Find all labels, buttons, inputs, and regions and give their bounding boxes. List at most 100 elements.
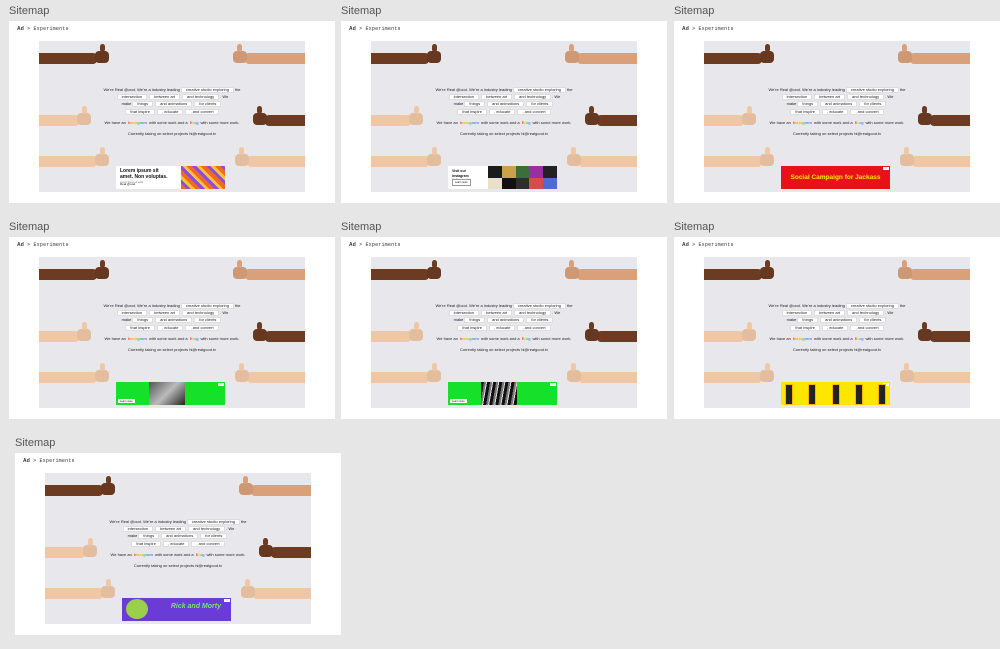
- fill-blank[interactable]: and technology: [188, 526, 226, 533]
- instagram-thumb[interactable]: [501, 166, 516, 178]
- ad-close-icon[interactable]: ×: [218, 383, 224, 386]
- instagram-link[interactable]: Instagram: [128, 336, 147, 341]
- page-preview[interactable]: Ad > Experiments We're Real @ood. We're a …: [9, 237, 335, 419]
- sitemap-title[interactable]: Sitemap: [341, 220, 381, 234]
- blog-link[interactable]: Blog: [190, 336, 199, 341]
- fill-blank[interactable]: and technology: [514, 94, 552, 101]
- ad-banner[interactable]: ×: [781, 382, 890, 405]
- fill-blank[interactable]: and animations: [820, 101, 858, 108]
- fill-blank[interactable]: for clients: [200, 533, 228, 540]
- page-preview[interactable]: Ad > Experiments We're Real @ood. We're a …: [9, 21, 335, 203]
- fill-blank[interactable]: and animations: [487, 101, 525, 108]
- breadcrumb-root[interactable]: Ad: [682, 26, 689, 32]
- fill-blank[interactable]: intersection: [448, 310, 480, 317]
- fill-blank[interactable]: creative studio exploring: [512, 86, 566, 93]
- instagram-thumb[interactable]: [529, 166, 544, 178]
- fill-blank[interactable]: that inspire: [790, 324, 820, 331]
- fill-blank[interactable]: between art: [149, 94, 181, 101]
- instagram-link[interactable]: Instagram: [460, 120, 479, 125]
- learn-more-button[interactable]: Learn more: [452, 179, 471, 186]
- sitemap-title[interactable]: Sitemap: [674, 4, 714, 18]
- instagram-thumb[interactable]: [515, 177, 530, 189]
- instagram-thumb[interactable]: [529, 177, 544, 189]
- blog-link[interactable]: Blog: [196, 552, 205, 557]
- fill-blank[interactable]: , educate: [156, 108, 184, 115]
- fill-blank[interactable]: intersection: [116, 94, 148, 101]
- fill-blank[interactable]: , educate: [156, 324, 184, 331]
- fill-blank[interactable]: that inspire: [131, 540, 161, 547]
- fill-blank[interactable]: things: [464, 101, 486, 108]
- fill-blank[interactable]: for clients: [526, 317, 554, 324]
- page-preview[interactable]: Ad > Experiments We're Real @ood. We're a …: [15, 453, 341, 635]
- page-preview[interactable]: Ad > Experiments We're Real @ood. We're a …: [341, 21, 667, 203]
- ad-close-icon[interactable]: ×: [550, 383, 556, 386]
- ad-banner[interactable]: × Learn more: [448, 382, 557, 405]
- fill-blank[interactable]: and technology: [514, 310, 552, 317]
- page-preview[interactable]: Ad > Experiments We're Real @ood. We're a …: [674, 21, 1000, 203]
- fill-blank[interactable]: that inspire: [125, 324, 155, 331]
- fill-blank[interactable]: things: [138, 533, 160, 540]
- ad-banner[interactable]: × Social Campaign for Jackass: [781, 166, 890, 189]
- fill-blank[interactable]: things: [797, 101, 819, 108]
- fill-blank[interactable]: between art: [814, 310, 846, 317]
- fill-blank[interactable]: and technology: [182, 94, 220, 101]
- ad-banner[interactable]: ×Lorem ipsum sit amet. Non voluptas.Lore…: [116, 166, 225, 189]
- fill-blank[interactable]: creative studio exploring: [845, 86, 899, 93]
- sitemap-title[interactable]: Sitemap: [9, 4, 49, 18]
- fill-blank[interactable]: , and convert: [517, 324, 551, 331]
- blog-link[interactable]: Blog: [190, 120, 199, 125]
- instagram-thumb[interactable]: [488, 177, 502, 189]
- fill-blank[interactable]: , and convert: [850, 324, 884, 331]
- fill-blank[interactable]: and animations: [487, 317, 525, 324]
- fill-blank[interactable]: creative studio exploring: [180, 86, 234, 93]
- fill-blank[interactable]: and technology: [847, 310, 885, 317]
- fill-blank[interactable]: creative studio exploring: [186, 518, 240, 525]
- fill-blank[interactable]: , educate: [821, 324, 849, 331]
- fill-blank[interactable]: between art: [155, 526, 187, 533]
- fill-blank[interactable]: that inspire: [790, 108, 820, 115]
- fill-blank[interactable]: , educate: [488, 108, 516, 115]
- fill-blank[interactable]: , and convert: [517, 108, 551, 115]
- instagram-thumb[interactable]: [543, 177, 557, 189]
- fill-blank[interactable]: that inspire: [457, 324, 487, 331]
- instagram-thumb[interactable]: [501, 177, 516, 189]
- fill-blank[interactable]: for clients: [526, 101, 554, 108]
- fill-blank[interactable]: and technology: [182, 310, 220, 317]
- fill-blank[interactable]: for clients: [194, 317, 222, 324]
- fill-blank[interactable]: creative studio exploring: [845, 302, 899, 309]
- fill-blank[interactable]: , and convert: [185, 108, 219, 115]
- learn-more-button[interactable]: Learn more: [118, 399, 135, 403]
- fill-blank[interactable]: things: [464, 317, 486, 324]
- ad-close-icon[interactable]: ×: [224, 599, 230, 602]
- breadcrumb-root[interactable]: Ad: [17, 26, 24, 32]
- fill-blank[interactable]: between art: [149, 310, 181, 317]
- ad-banner[interactable]: × Rick and Morty: [122, 598, 231, 621]
- fill-blank[interactable]: creative studio exploring: [512, 302, 566, 309]
- instagram-thumb[interactable]: [543, 166, 557, 178]
- instagram-thumb[interactable]: [488, 166, 502, 178]
- blog-link[interactable]: Blog: [522, 336, 531, 341]
- fill-blank[interactable]: things: [797, 317, 819, 324]
- fill-blank[interactable]: and animations: [820, 317, 858, 324]
- fill-blank[interactable]: , educate: [821, 108, 849, 115]
- fill-blank[interactable]: intersection: [781, 310, 813, 317]
- fill-blank[interactable]: , educate: [162, 540, 190, 547]
- sitemap-title[interactable]: Sitemap: [15, 436, 55, 450]
- ad-banner[interactable]: × Learn more: [116, 382, 225, 405]
- breadcrumb-root[interactable]: Ad: [17, 242, 24, 248]
- fill-blank[interactable]: , educate: [488, 324, 516, 331]
- blog-link[interactable]: Blog: [855, 120, 864, 125]
- fill-blank[interactable]: , and convert: [191, 540, 225, 547]
- breadcrumb-root[interactable]: Ad: [349, 26, 356, 32]
- page-preview[interactable]: Ad > Experiments We're Real @ood. We're a …: [341, 237, 667, 419]
- ad-close-icon[interactable]: ×: [883, 167, 889, 170]
- fill-blank[interactable]: for clients: [859, 317, 887, 324]
- instagram-thumb[interactable]: [515, 166, 530, 178]
- fill-blank[interactable]: things: [132, 317, 154, 324]
- instagram-link[interactable]: Instagram: [128, 120, 147, 125]
- sitemap-title[interactable]: Sitemap: [674, 220, 714, 234]
- fill-blank[interactable]: and animations: [161, 533, 199, 540]
- page-preview[interactable]: Ad > Experiments We're Real @ood. We're a …: [674, 237, 1000, 419]
- fill-blank[interactable]: intersection: [781, 94, 813, 101]
- breadcrumb-root[interactable]: Ad: [682, 242, 689, 248]
